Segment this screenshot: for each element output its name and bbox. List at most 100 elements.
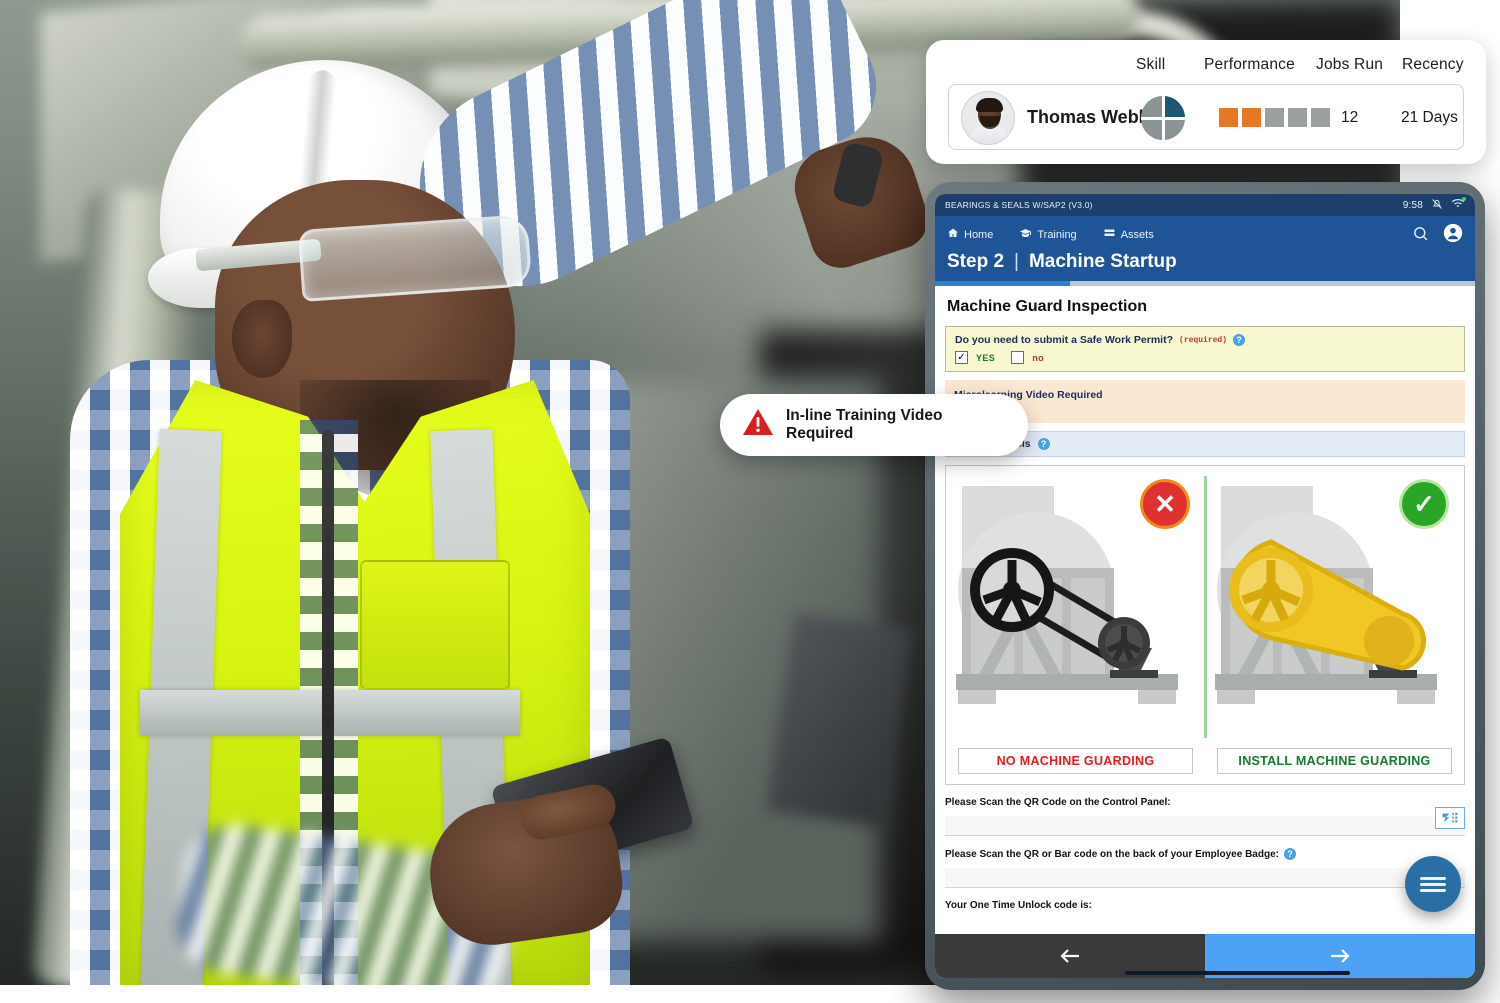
photo-worker-ear bbox=[232, 300, 292, 378]
nav-item-training-label: Training bbox=[1037, 228, 1077, 241]
form-content: Machine Guard Inspection Do you need to … bbox=[935, 286, 1475, 978]
graduation-cap-icon bbox=[1019, 227, 1032, 242]
training-video-callout: In-line Training Video Required bbox=[720, 394, 1028, 456]
avatar bbox=[961, 91, 1015, 145]
training-video-callout-text: In-line Training Video Required bbox=[786, 407, 943, 442]
performance-square-3 bbox=[1265, 108, 1284, 127]
caption-install-machine-guarding: INSTALL MACHINE GUARDING bbox=[1217, 748, 1452, 774]
tablet-screen: BEARINGS & SEALS W/SAP2 (V3.0) 9:58 Home… bbox=[935, 194, 1475, 978]
app-nav-right-actions bbox=[1412, 223, 1463, 246]
performance-rating-squares bbox=[1219, 108, 1330, 127]
home-icon bbox=[947, 227, 959, 242]
photo-vest-pocket bbox=[360, 560, 510, 690]
nav-item-assets[interactable]: Assets bbox=[1103, 227, 1154, 242]
field-employee-badge-qr-input[interactable] bbox=[945, 868, 1465, 888]
pie-divider-horizontal bbox=[1141, 116, 1185, 120]
field-control-panel-qr-input[interactable] bbox=[945, 816, 1465, 836]
skill-quadrant-pie-icon bbox=[1141, 96, 1185, 140]
step-divider: | bbox=[1014, 251, 1019, 272]
nav-item-home-label: Home bbox=[964, 228, 994, 241]
step-header: Step 2 | Machine Startup bbox=[947, 246, 1463, 281]
required-tools-title-row: Required Tools ? bbox=[955, 438, 1455, 450]
safe-work-permit-question-row: Do you need to submit a Safe Work Permit… bbox=[955, 334, 1455, 346]
checkbox-yes-label: YES bbox=[976, 352, 996, 363]
step-title: Machine Startup bbox=[1028, 251, 1177, 272]
wifi-status-dot bbox=[1462, 196, 1466, 201]
field-employee-badge-qr: Please Scan the QR or Bar code on the ba… bbox=[945, 836, 1465, 888]
machine-guarding-comparison: ✕ NO MACHINE GUARDING ✓ INSTALL MACHINE … bbox=[945, 465, 1465, 785]
home-indicator bbox=[1125, 971, 1350, 975]
page-title: Machine Guard Inspection bbox=[947, 298, 1148, 315]
hamburger-line-2 bbox=[1420, 882, 1446, 886]
avatar-hair bbox=[976, 98, 1003, 112]
pie-slice-bottom-right bbox=[1163, 118, 1185, 140]
bottom-navigation-bar bbox=[935, 934, 1475, 978]
operator-row[interactable]: Thomas Webb 12 21 Days bbox=[948, 84, 1464, 150]
safe-work-permit-options: ✓ YES no bbox=[955, 351, 1455, 364]
field-employee-badge-qr-label: Please Scan the QR or Bar code on the ba… bbox=[945, 848, 1279, 860]
performance-square-2 bbox=[1242, 108, 1261, 127]
field-control-panel-qr: Please Scan the QR Code on the Control P… bbox=[945, 785, 1465, 836]
nav-item-home[interactable]: Home bbox=[947, 227, 993, 242]
column-header-jobs-run: Jobs Run bbox=[1316, 56, 1384, 73]
performance-square-1 bbox=[1219, 108, 1238, 127]
hamburger-line-3 bbox=[1420, 888, 1446, 892]
warning-triangle-glyph bbox=[743, 409, 773, 435]
comparison-panel-good: ✓ INSTALL MACHINE GUARDING bbox=[1205, 466, 1464, 784]
error-badge-icon: ✕ bbox=[1143, 482, 1187, 526]
required-tag: (required) bbox=[1179, 335, 1228, 345]
field-control-panel-qr-label: Please Scan the QR Code on the Control P… bbox=[945, 797, 1171, 808]
mute-bell-icon bbox=[1431, 198, 1443, 213]
tablet-device-frame: BEARINGS & SEALS W/SAP2 (V3.0) 9:58 Home… bbox=[925, 182, 1485, 990]
caption-no-machine-guarding: NO MACHINE GUARDING bbox=[958, 748, 1193, 774]
menu-hamburger-icon bbox=[1420, 874, 1446, 895]
step-progress-fill bbox=[935, 281, 1070, 286]
status-bar-app-title: BEARINGS & SEALS W/SAP2 (V3.0) bbox=[945, 200, 1093, 210]
arrow-left-icon bbox=[1060, 949, 1079, 963]
step-number-label: Step 2 bbox=[947, 251, 1005, 272]
column-header-performance: Performance bbox=[1204, 56, 1295, 73]
app-nav-row: Home Training Assets bbox=[947, 223, 1463, 246]
arrow-right-icon bbox=[1331, 949, 1350, 963]
barcode-scanner-glyph bbox=[1442, 812, 1458, 823]
field-one-time-unlock-code: Your One Time Unlock code is: bbox=[945, 888, 1465, 911]
performance-square-4 bbox=[1288, 108, 1307, 127]
account-circle-icon[interactable] bbox=[1443, 223, 1463, 246]
field-one-time-unlock-code-label: Your One Time Unlock code is: bbox=[945, 900, 1092, 911]
recency-value: 21 Days bbox=[1401, 109, 1458, 126]
operator-card-header-row: Skill Performance Jobs Run Recency bbox=[926, 40, 1486, 84]
jobs-run-value: 12 bbox=[1341, 109, 1359, 126]
screenshot-root: Skill Performance Jobs Run Recency Thoma… bbox=[0, 0, 1500, 1003]
status-bar: BEARINGS & SEALS W/SAP2 (V3.0) 9:58 bbox=[935, 194, 1475, 216]
operator-summary-card: Skill Performance Jobs Run Recency Thoma… bbox=[926, 40, 1486, 164]
barcode-scanner-icon[interactable] bbox=[1435, 807, 1465, 829]
field-employee-badge-qr-label-row: Please Scan the QR or Bar code on the ba… bbox=[945, 848, 1465, 860]
status-bar-right: 9:58 bbox=[1402, 196, 1466, 213]
checkbox-no[interactable] bbox=[1011, 351, 1025, 364]
wifi-icon bbox=[1451, 196, 1466, 213]
checkbox-yes[interactable]: ✓ bbox=[955, 351, 968, 364]
warning-triangle-icon bbox=[742, 408, 774, 442]
operator-name: Thomas Webb bbox=[1027, 107, 1150, 127]
comparison-panel-bad: ✕ NO MACHINE GUARDING bbox=[946, 466, 1205, 784]
status-bar-time: 9:58 bbox=[1402, 199, 1423, 211]
app-nav-bar: Home Training Assets Step 2 | Machine St… bbox=[935, 216, 1475, 281]
hamburger-line-1 bbox=[1420, 876, 1446, 880]
column-header-recency: Recency bbox=[1402, 56, 1464, 73]
pie-slice-top-left bbox=[1141, 96, 1163, 118]
nav-item-assets-label: Assets bbox=[1120, 228, 1154, 241]
assets-stack-icon bbox=[1103, 227, 1116, 242]
pie-slice-bottom-left bbox=[1141, 118, 1163, 140]
checkbox-no-label: no bbox=[1032, 352, 1045, 363]
help-circle-icon[interactable]: ? bbox=[1037, 438, 1050, 450]
performance-square-5 bbox=[1311, 108, 1330, 127]
nav-item-training[interactable]: Training bbox=[1019, 227, 1077, 242]
menu-hamburger-fab[interactable] bbox=[1405, 856, 1461, 912]
pie-slice-top-right bbox=[1163, 96, 1185, 118]
safe-work-permit-question: Do you need to submit a Safe Work Permit… bbox=[955, 334, 1174, 346]
microlearning-video-title: Microlearning Video Required bbox=[954, 389, 1103, 401]
safe-work-permit-block: Do you need to submit a Safe Work Permit… bbox=[945, 326, 1465, 372]
help-circle-icon[interactable]: ? bbox=[1233, 334, 1246, 346]
help-circle-icon[interactable]: ? bbox=[1283, 848, 1296, 860]
search-icon[interactable] bbox=[1412, 225, 1429, 245]
